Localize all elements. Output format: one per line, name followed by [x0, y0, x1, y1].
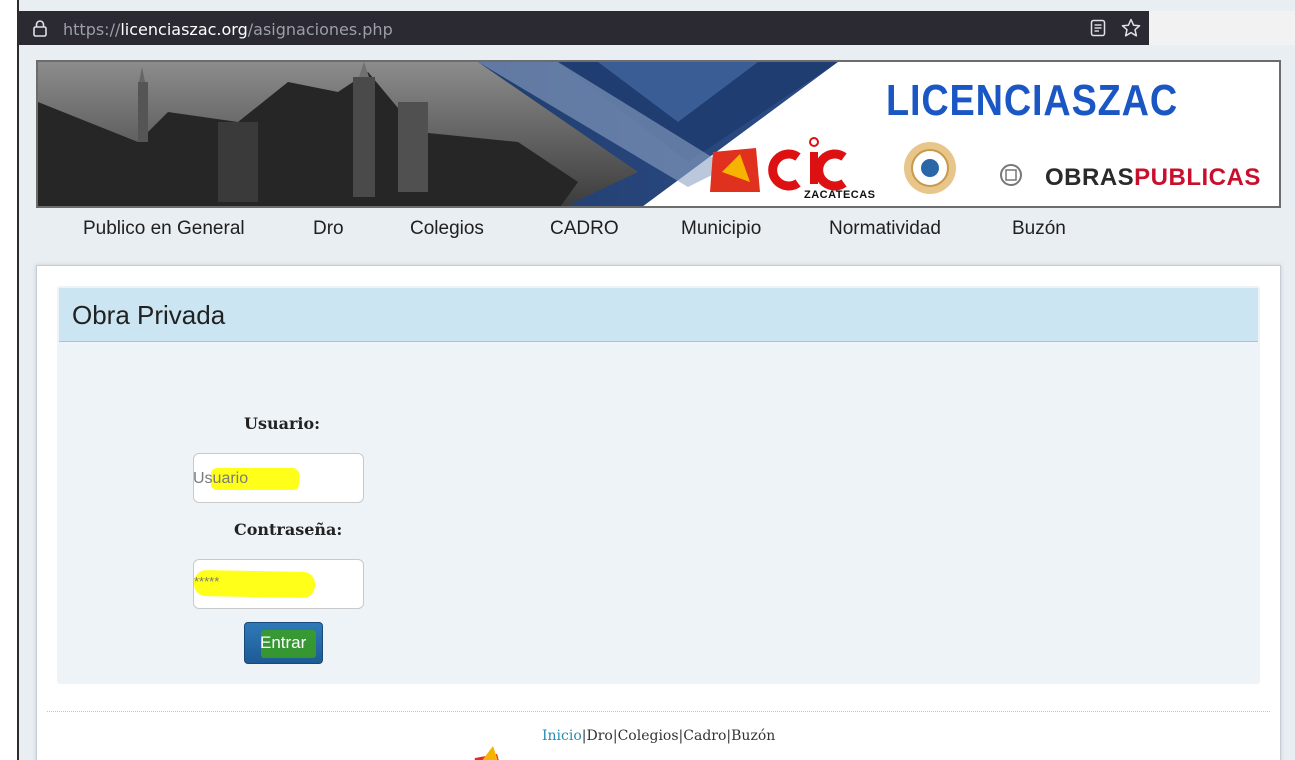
nav-item-publico-en-general[interactable]: Publico en General	[83, 218, 245, 240]
reader-view-icon[interactable]	[1089, 19, 1107, 37]
nav-item-municipio[interactable]: Municipio	[681, 218, 761, 240]
password-highlight	[193, 569, 316, 599]
obras-label-part1: OBRAS	[1045, 164, 1135, 191]
browser-address-bar[interactable]: https://licenciaszac.org/asignaciones.ph…	[19, 11, 1149, 45]
nav-item-normatividad[interactable]: Normatividad	[829, 218, 941, 240]
page-title: Obra Privada	[72, 300, 226, 330]
nav-item-dro[interactable]: Dro	[313, 218, 344, 240]
page-left-margin	[0, 0, 17, 760]
login-panel: Obra Privada Usuario: Usuario Contraseña…	[57, 286, 1260, 684]
brand-title: LICENCIASZAC	[886, 76, 1179, 125]
main-nav: Publico en General Dro Colegios CADRO Mu…	[36, 212, 1281, 248]
lock-icon	[33, 20, 47, 37]
footer-logo-icon	[474, 746, 499, 760]
footer-link-buzon[interactable]: Buzón	[731, 728, 775, 744]
url-path: /asignaciones.php	[247, 20, 393, 39]
panel-header: Obra Privada	[59, 288, 1258, 342]
zacatecas-label: ZACATECAS	[804, 189, 876, 201]
footer-link-colegios[interactable]: Colegios	[618, 728, 679, 744]
content-card: Obra Privada Usuario: Usuario Contraseña…	[36, 265, 1281, 760]
footer-links: Inicio|Dro|Colegios|Cadro|Buzón	[542, 728, 775, 744]
site-banner: LICENCIASZAC ZACATECAS OBRASPUBLICAS	[36, 60, 1281, 208]
nav-item-cadro[interactable]: CADRO	[550, 218, 619, 240]
url-protocol: https://	[63, 20, 121, 39]
nav-item-colegios[interactable]: Colegios	[410, 218, 484, 240]
footer-link-cadro[interactable]: Cadro	[683, 728, 726, 744]
browser-toolbar-area	[1149, 11, 1295, 45]
url-text[interactable]: https://licenciaszac.org/asignaciones.ph…	[63, 20, 393, 39]
nav-item-buzon[interactable]: Buzón	[1012, 218, 1066, 240]
entrar-highlight	[261, 630, 316, 658]
footer-link-inicio[interactable]: Inicio	[542, 728, 582, 744]
page-left-border	[17, 0, 19, 760]
obras-label-part2: PUBLICAS	[1134, 164, 1261, 191]
bookmark-star-icon[interactable]	[1121, 18, 1141, 38]
obras-publicas-logo: OBRASPUBLICAS	[1045, 164, 1261, 192]
user-label: Usuario:	[244, 414, 321, 433]
footer-link-dro[interactable]: Dro	[587, 728, 613, 744]
username-highlight	[211, 468, 299, 490]
footer-divider	[47, 711, 1270, 712]
password-label: Contraseña:	[234, 520, 343, 539]
url-host: licenciaszac.org	[120, 20, 248, 39]
